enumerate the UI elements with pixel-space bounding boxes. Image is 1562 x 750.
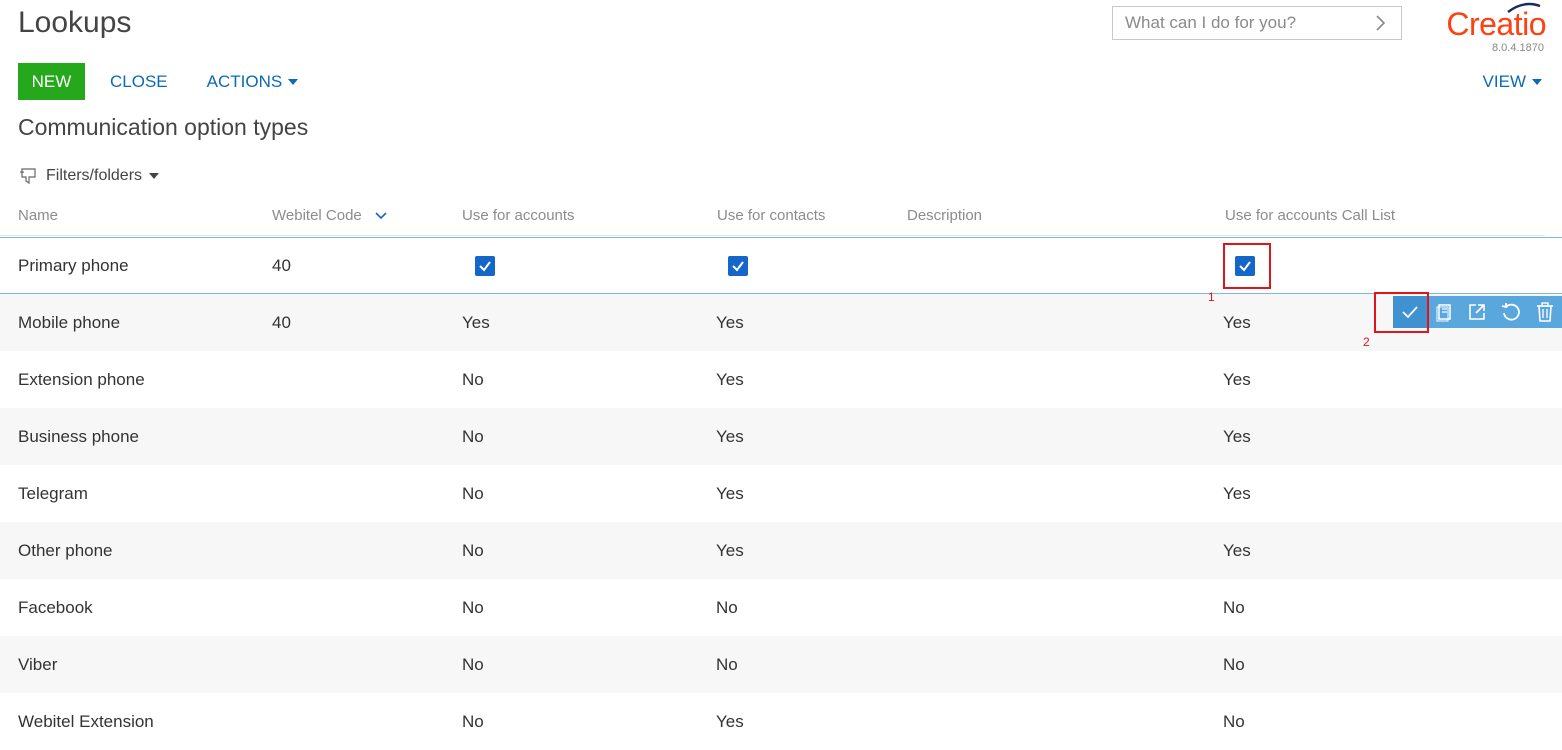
cell-name: Business phone [18,426,139,446]
cell-use-for-contacts: Yes [716,483,744,503]
app-version: 8.0.4.1870 [1492,42,1544,54]
column-header-webitel-code[interactable]: Webitel Code [272,207,388,224]
cell-use-for-accounts-call-list: Yes [1223,540,1251,560]
close-button[interactable]: CLOSE [110,72,168,92]
search-input[interactable] [1113,8,1369,38]
cell-name: Mobile phone [18,312,121,332]
cell-name: Facebook [18,597,93,617]
actions-label: ACTIONS [206,71,283,91]
search-box[interactable] [1112,6,1402,40]
cell-use-for-accounts: No [462,654,484,674]
cell-webitel-code: 40 [272,312,291,332]
cell-use-for-contacts: Yes [716,540,744,560]
cell-name[interactable]: Primary phone [18,256,129,276]
annotation-box-1 [1223,243,1271,289]
view-label: VIEW [1482,72,1526,91]
cell-use-for-accounts-call-list: Yes [1223,483,1251,503]
table-row[interactable]: Webitel Extension No Yes No [0,693,1562,750]
view-menu[interactable]: VIEW [1483,72,1542,92]
open-row-button[interactable] [1461,296,1495,328]
cell-use-for-contacts: No [716,597,738,617]
cell-use-for-accounts: Yes [462,312,490,332]
column-header-use-for-contacts[interactable]: Use for contacts [717,207,825,224]
toolbar: NEW CLOSE ACTIONS [18,63,299,100]
cell-use-for-contacts: Yes [716,426,744,446]
cell-name: Webitel Extension [18,711,154,731]
column-header-use-for-accounts[interactable]: Use for accounts [462,207,575,224]
table-row[interactable]: Other phone No Yes Yes [0,522,1562,579]
table-row[interactable]: Business phone No Yes Yes [0,408,1562,465]
caret-down-icon [149,173,160,179]
checkmark-icon [479,260,491,272]
table-row-editing[interactable]: Primary phone 40 [0,237,1562,294]
column-header-description[interactable]: Description [907,207,982,224]
delete-row-button[interactable] [1528,296,1562,328]
cell-webitel-code[interactable]: 40 [272,256,291,276]
cell-use-for-accounts-call-list: Yes [1223,426,1251,446]
table-row[interactable]: Facebook No No No [0,579,1562,636]
sort-descending-icon [375,212,387,220]
cell-use-for-accounts-call-list: Yes [1223,369,1251,389]
brand-name: Creatio [1446,6,1546,42]
filter-icon [20,168,36,185]
cell-use-for-contacts: Yes [716,369,744,389]
cell-use-for-accounts-call-list: No [1223,711,1245,731]
cell-use-for-accounts: No [462,483,484,503]
page-title: Lookups [18,6,132,39]
grid-header: Name Webitel Code Use for accounts Use f… [0,204,1545,236]
cell-use-for-accounts: No [462,711,484,731]
open-icon [1469,304,1486,320]
cell-use-for-accounts-call-list: No [1223,654,1245,674]
cell-use-for-contacts: Yes [716,312,744,332]
annotation-label-2: 2 [1363,335,1370,349]
table-row[interactable]: Extension phone No Yes Yes [0,351,1562,408]
cell-name: Viber [18,654,58,674]
actions-menu[interactable]: ACTIONS [207,72,299,92]
cell-use-for-accounts-call-list: Yes [1223,312,1251,332]
checkbox-use-for-contacts[interactable] [728,255,748,276]
copy-row-button[interactable] [1427,296,1461,328]
cell-use-for-contacts: Yes [716,711,744,731]
new-button[interactable]: NEW [18,63,85,100]
column-header-name[interactable]: Name [18,207,58,224]
caret-down-icon [1532,79,1542,85]
column-header-webitel-code-label: Webitel Code [272,207,362,224]
copy-icon [1436,304,1451,322]
undo-icon [1502,303,1521,321]
annotation-label-1: 1 [1208,290,1215,304]
checkbox-use-for-accounts[interactable] [475,255,495,276]
annotation-box-2 [1374,292,1429,333]
table-row[interactable]: Mobile phone 40 Yes Yes Yes [0,294,1562,351]
caret-down-icon [288,78,299,85]
cell-use-for-accounts-call-list: No [1223,597,1245,617]
undo-row-button[interactable] [1494,296,1528,328]
table-row[interactable]: Telegram No Yes Yes [0,465,1562,522]
filters-folders-toggle[interactable]: Filters/folders [18,166,160,186]
column-header-use-for-accounts-call-list[interactable]: Use for accounts Call List [1225,207,1395,224]
close-label: CLOSE [110,71,168,91]
cell-name: Extension phone [18,369,145,389]
cell-name: Telegram [18,483,88,503]
grid-body: Primary phone 40 Mobile phone 40 Yes Yes… [0,237,1562,750]
cell-use-for-accounts: No [462,426,484,446]
cell-use-for-accounts: No [462,369,484,389]
checkmark-icon [732,260,744,272]
cell-name: Other phone [18,540,113,560]
section-title: Communication option types [18,114,309,140]
cell-use-for-accounts: No [462,540,484,560]
table-row[interactable]: Viber No No No [0,636,1562,693]
filters-label: Filters/folders [46,167,143,184]
chevron-right-icon[interactable] [1369,12,1391,34]
cell-use-for-contacts: No [716,654,738,674]
creatio-logo: Creatio 8.0.4.1870 [1426,2,1546,54]
cell-use-for-accounts: No [462,597,484,617]
delete-icon [1537,302,1554,322]
